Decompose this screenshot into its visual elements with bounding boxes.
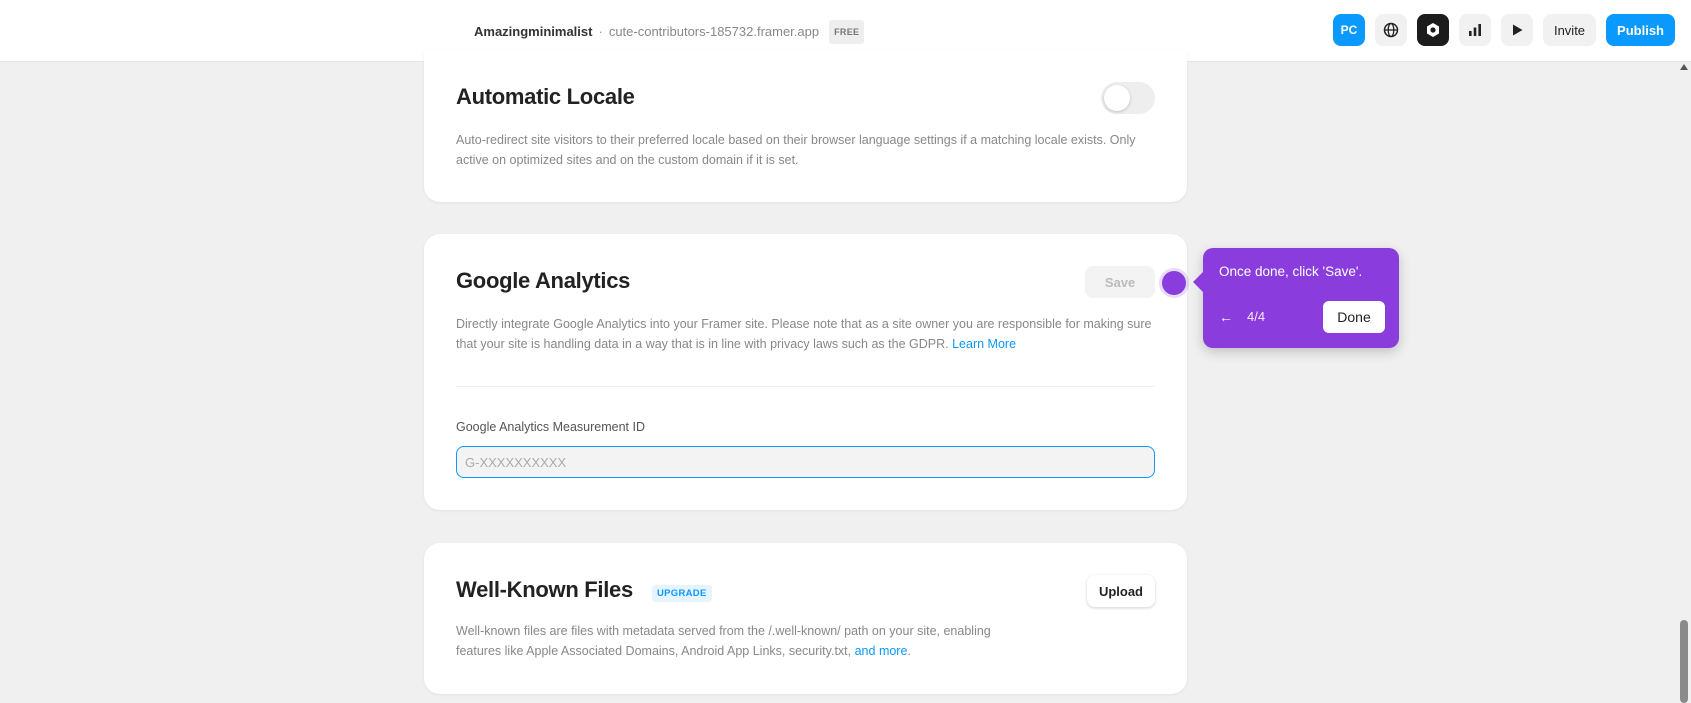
publish-button[interactable]: Publish <box>1606 14 1675 46</box>
scrollbar-track[interactable] <box>1677 62 1691 703</box>
invite-button[interactable]: Invite <box>1542 14 1597 46</box>
well-known-files-title: Well-Known Files <box>456 577 633 602</box>
guide-beacon <box>1162 271 1186 295</box>
automatic-locale-card: Automatic Locale Auto-redirect site visi… <box>424 50 1187 202</box>
plan-badge: FREE <box>829 20 865 44</box>
globe-button[interactable] <box>1374 14 1407 46</box>
automatic-locale-description: Auto-redirect site visitors to their pre… <box>456 133 1136 167</box>
project-info: Amazingminimalist · cute-contributors-18… <box>474 20 865 44</box>
save-button[interactable]: Save <box>1085 266 1155 298</box>
automatic-locale-title: Automatic Locale <box>456 84 635 109</box>
google-analytics-card: Google Analytics Save Directly integrate… <box>424 234 1187 510</box>
done-button[interactable]: Done <box>1323 301 1385 333</box>
project-name[interactable]: Amazingminimalist <box>474 22 592 42</box>
scrollbar-thumb[interactable] <box>1680 620 1688 703</box>
guide-step-counter: 4/4 <box>1247 309 1266 324</box>
analytics-button[interactable] <box>1458 14 1491 46</box>
measurement-id-label: Google Analytics Measurement ID <box>456 420 645 434</box>
back-arrow-icon[interactable]: ← <box>1219 309 1233 325</box>
project-separator: · <box>598 24 603 39</box>
toolbar-actions: PC Invite Publish <box>1332 14 1675 46</box>
and-more-link[interactable]: and more <box>855 644 908 658</box>
well-known-files-description: Well-known files are files with metadata… <box>456 621 1016 661</box>
google-analytics-description: Directly integrate Google Analytics into… <box>456 314 1156 354</box>
automatic-locale-toggle[interactable] <box>1101 82 1155 114</box>
learn-more-link[interactable]: Learn More <box>952 337 1016 351</box>
preview-button[interactable] <box>1500 14 1533 46</box>
hexagon-icon <box>1426 23 1439 37</box>
trailing-period: . <box>907 644 911 658</box>
globe-icon <box>1383 22 1399 38</box>
bar-chart-icon <box>1468 24 1481 36</box>
upload-button[interactable]: Upload <box>1086 575 1155 607</box>
divider <box>456 386 1155 387</box>
guide-tooltip: Once done, click 'Save'. ← 4/4 Done <box>1193 248 1399 348</box>
play-icon <box>1512 24 1523 36</box>
scroll-up-arrow-icon[interactable] <box>1680 64 1688 70</box>
upgrade-badge[interactable]: UPGRADE <box>652 585 712 602</box>
google-analytics-description-text: Directly integrate Google Analytics into… <box>456 317 1152 351</box>
measurement-id-input[interactable] <box>456 446 1155 478</box>
project-domain[interactable]: cute-contributors-185732.framer.app <box>609 22 819 42</box>
guide-message: Once done, click 'Save'. <box>1219 264 1363 279</box>
toggle-knob <box>1104 85 1130 111</box>
site-settings-button[interactable] <box>1416 14 1449 46</box>
well-known-files-card: Well-Known Files UPGRADE Upload Well-kno… <box>424 543 1187 694</box>
google-analytics-title: Google Analytics <box>456 268 631 293</box>
device-button[interactable]: PC <box>1332 14 1365 46</box>
